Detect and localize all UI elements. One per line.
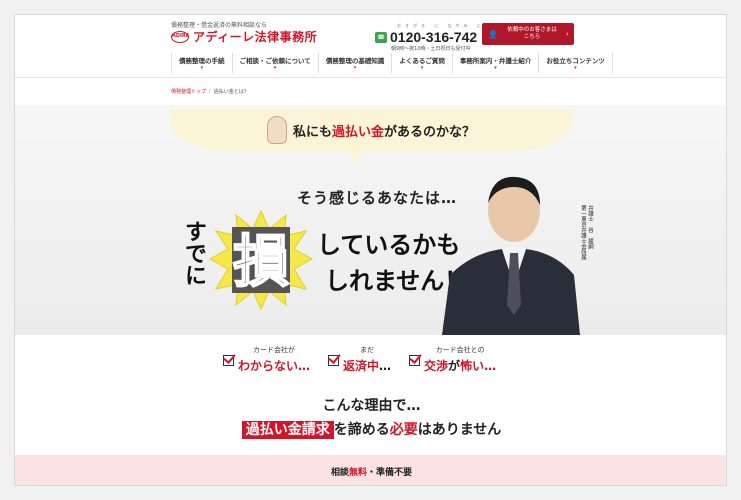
global-nav: 債務整理の手続 ▾ ご相談・ご依頼について ▾ 債務整理の基礎知識 ▾ よくあるご質問… bbox=[171, 53, 613, 73]
band-pre: 相談 bbox=[330, 468, 349, 478]
cta-label-line1: 依頼中のお客さまは bbox=[507, 27, 557, 33]
lawyer-caption: 弁護士 谷 綾嗣 第一東京弁護士会所属 bbox=[579, 205, 593, 260]
reasons-main-statement: 過払い金請求 を諦める必要はありません bbox=[15, 419, 726, 439]
reason-big: 返済中… bbox=[343, 357, 391, 374]
reason-big-text: わからない… bbox=[238, 359, 311, 373]
free-consultation-band: 相談無料・準備不要 bbox=[15, 455, 726, 485]
reasons-main-post: はありません bbox=[417, 422, 502, 438]
nav-item-contents[interactable]: お役立ちコンテンツ ▾ bbox=[539, 53, 613, 73]
band-post: ・準備不要 bbox=[367, 468, 413, 478]
logo-text: アディーレ法律事務所 bbox=[193, 30, 318, 44]
phone-hours: 朝9時～夜10時・土日祝日も受付中 bbox=[391, 46, 471, 52]
phone-contact[interactable]: おきがる に なやみ に ☎ 0120-316-742 朝9時～夜10時・土日祝… bbox=[375, 23, 485, 52]
chevron-right-icon: › bbox=[565, 30, 569, 38]
caret-down-icon: ▾ bbox=[574, 65, 577, 71]
hero-line-1: しているかも bbox=[317, 231, 461, 259]
reason-small: カード会社が bbox=[253, 346, 295, 354]
breadcrumb: 債務整理トップ / 過払い金とは？ bbox=[15, 77, 726, 105]
reasons-main-highlight: 必要 bbox=[389, 422, 418, 438]
lawyer-affiliation: 第一東京弁護士会所属 bbox=[580, 205, 586, 260]
bubble-tail bbox=[345, 149, 365, 163]
bubble-pre: 私にも bbox=[292, 124, 332, 140]
existing-client-button[interactable]: 👤 依頼中のお客さまは こちら › bbox=[482, 23, 574, 45]
nav-item-faq[interactable]: よくあるご質問 ▾ bbox=[392, 53, 453, 73]
nav-label: よくあるご質問 bbox=[399, 57, 445, 65]
logo-mark: ADIRE bbox=[171, 30, 189, 43]
nav-label: 債務整理の手続 bbox=[179, 57, 225, 65]
nav-item-procedures[interactable]: 債務整理の手続 ▾ bbox=[172, 53, 233, 73]
worried-woman-illustration bbox=[266, 116, 287, 144]
reasons-lead: こんな理由で… bbox=[322, 398, 421, 414]
reason-item: カード会社との 交渉が怖い… bbox=[409, 345, 496, 374]
starburst-graphic: 損 bbox=[208, 209, 314, 311]
site-logo[interactable]: ADIRE アディーレ法律事務所 bbox=[171, 28, 317, 45]
hero-sude: すでに bbox=[181, 220, 206, 286]
breadcrumb-home-link[interactable]: 債務整理トップ bbox=[171, 88, 206, 95]
nav-label: 事務所案内・弁護士紹介 bbox=[459, 57, 532, 65]
lawyer-photo bbox=[442, 176, 580, 335]
nav-label: ご相談・ご依頼について bbox=[239, 57, 311, 65]
bubble-text: 私にも過払い金があるのかな？ bbox=[293, 121, 475, 140]
reasons-main-mid: を諦める bbox=[333, 422, 390, 438]
reason-small: カード会社との bbox=[435, 346, 485, 354]
caret-down-icon: ▾ bbox=[200, 65, 203, 71]
reason-highlight: 交渉 bbox=[424, 359, 449, 373]
reason-big: 交渉が怖い… bbox=[424, 357, 496, 374]
checkbox-check-icon bbox=[328, 355, 340, 366]
reason-big: わからない… bbox=[238, 357, 310, 374]
breadcrumb-separator: / bbox=[209, 88, 211, 95]
cta-label-line2: こちら bbox=[523, 34, 541, 40]
bubble-post: があるのかな？ bbox=[384, 124, 476, 140]
checkbox-check-icon bbox=[409, 355, 421, 366]
caret-down-icon: ▾ bbox=[420, 65, 424, 71]
reason-big-mid: が bbox=[448, 359, 461, 373]
reason-highlight: 返済中 bbox=[343, 359, 380, 373]
nav-item-office[interactable]: 事務所案内・弁護士紹介 ▾ bbox=[453, 53, 540, 73]
caret-down-icon: ▾ bbox=[273, 65, 277, 71]
user-lock-icon: 👤 bbox=[488, 29, 498, 39]
band-highlight: 無料 bbox=[348, 468, 367, 478]
reasons-list: カード会社が わからない… まだ 返済中… カード会社との 交渉が怖い… bbox=[223, 345, 496, 374]
reasons-section: カード会社が わからない… まだ 返済中… カード会社との 交渉が怖い… こんな… bbox=[15, 335, 726, 467]
cta-label: 依頼中のお客さまは こちら bbox=[502, 27, 562, 41]
reason-big-text: 怖い… bbox=[460, 359, 497, 373]
page-frame: 債務整理・借金返済の無料相談なら ADIRE アディーレ法律事務所 おきがる に… bbox=[14, 14, 727, 486]
nav-label: お役立ちコンテンツ bbox=[546, 57, 605, 65]
caret-down-icon: ▾ bbox=[494, 65, 497, 71]
reason-item: まだ 返済中… bbox=[328, 345, 391, 374]
lawyer-name: 弁護士 谷 綾嗣 bbox=[587, 205, 593, 249]
hero-subheading: そう感じるあなたは… bbox=[297, 189, 458, 207]
checkbox-check-icon bbox=[223, 355, 234, 366]
reason-big-text: … bbox=[379, 359, 392, 373]
caret-down-icon: ▾ bbox=[353, 65, 357, 71]
breadcrumb-current: 過払い金とは？ bbox=[213, 89, 249, 95]
overpayment-claim-tag: 過払い金請求 bbox=[241, 421, 334, 439]
free-dial-icon: ☎ bbox=[375, 31, 387, 43]
nav-label: 債務整理の基礎知識 bbox=[325, 57, 385, 65]
reason-item: カード会社が わからない… bbox=[223, 345, 310, 374]
nav-item-consultation[interactable]: ご相談・ご依頼について ▾ bbox=[233, 53, 319, 73]
bubble-highlight: 過払い金 bbox=[331, 124, 384, 140]
thought-bubble: 私にも過払い金があるのかな？ bbox=[170, 109, 572, 151]
phone-number[interactable]: 0120-316-742 bbox=[390, 29, 477, 45]
burst-character: 損 bbox=[233, 230, 289, 295]
reason-small: まだ bbox=[360, 346, 375, 354]
hero-banner: 私にも過払い金があるのかな？ そう感じるあなたは… すでに 損 しているかも し… bbox=[15, 105, 726, 335]
nav-item-basics[interactable]: 債務整理の基礎知識 ▾ bbox=[319, 53, 393, 73]
